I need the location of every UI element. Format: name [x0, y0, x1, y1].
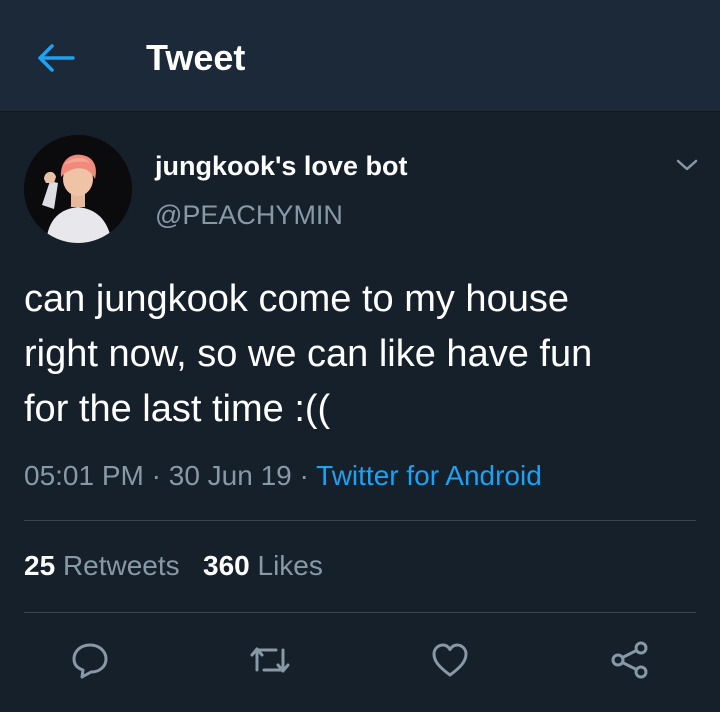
heart-icon: [432, 643, 468, 677]
page-title: Tweet: [146, 37, 246, 78]
divider: [24, 612, 696, 613]
retweets-count: 25: [24, 550, 56, 581]
tweet-date: 30 Jun 19: [168, 460, 292, 491]
retweets-label: Retweets: [62, 550, 180, 581]
share-icon: [611, 641, 648, 679]
retweet-button[interactable]: [248, 638, 292, 682]
top-app-bar: Tweet: [0, 0, 720, 112]
reply-button[interactable]: [68, 638, 112, 682]
likes-label: Likes: [257, 550, 323, 581]
arrow-left-icon: [38, 44, 75, 72]
like-button[interactable]: [428, 638, 472, 682]
share-button[interactable]: [608, 638, 652, 682]
meta-separator: ·: [299, 460, 309, 491]
back-button[interactable]: [32, 36, 80, 80]
chevron-down-icon: [676, 159, 698, 171]
reply-icon: [72, 643, 108, 679]
meta-separator: ·: [151, 460, 161, 491]
more-options-button[interactable]: [672, 150, 702, 180]
tweet-stats: 25 Retweets 360 Likes: [24, 548, 323, 584]
profile-photo: [24, 135, 132, 243]
divider: [24, 520, 696, 521]
tweet-time: 05:01 PM: [24, 460, 144, 491]
tweet-metadata: 05:01 PM · 30 Jun 19 · Twitter for Andro…: [24, 458, 542, 494]
retweets-stat[interactable]: 25 Retweets: [24, 550, 180, 581]
tweet-text: can jungkook come to my house right now,…: [24, 278, 593, 430]
likes-stat[interactable]: 360 Likes: [203, 550, 323, 581]
user-handle[interactable]: @PEACHYMIN: [155, 197, 343, 233]
likes-count: 360: [203, 550, 250, 581]
avatar[interactable]: [24, 135, 132, 243]
tweet-source-link[interactable]: Twitter for Android: [316, 460, 542, 491]
retweet-icon: [250, 647, 290, 673]
display-name[interactable]: jungkook's love bot: [155, 148, 407, 184]
